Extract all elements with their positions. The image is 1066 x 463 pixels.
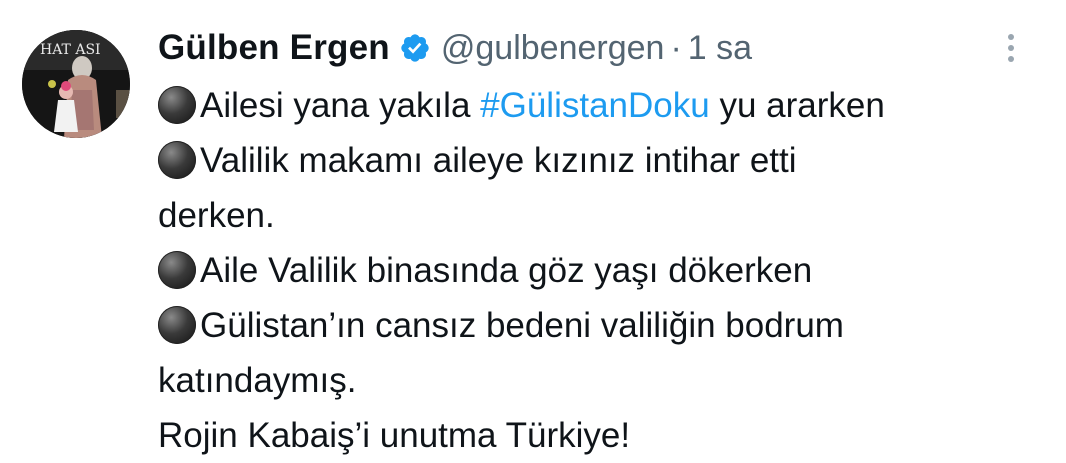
tweet-line-text: katındaymış. <box>158 361 357 400</box>
hashtag-link[interactable]: #GülistanDoku <box>480 86 710 125</box>
more-vertical-icon[interactable] <box>1000 34 1022 70</box>
tweet-line-text: yu ararken <box>709 86 885 125</box>
tweet-header: Gülben Ergen @gulbenergen · 1 sa <box>158 22 1038 74</box>
tweet-text: Ailesi yana yakıla #GülistanDoku yu arar… <box>158 78 1038 463</box>
tweet-line-text: Rojin Kabaiş’i unutma Türkiye! <box>158 416 631 455</box>
black-circle-emoji-icon <box>158 306 196 344</box>
avatar-banner-text: HAT ASI <box>40 42 101 58</box>
tweet-line-text: Ailesi yana yakıla <box>200 86 481 125</box>
tweet-line-text: Valilik makamı aileye kızınız intihar et… <box>200 141 797 180</box>
verified-badge-icon[interactable] <box>399 32 431 64</box>
tweet-timestamp[interactable]: 1 sa <box>688 29 752 68</box>
black-circle-emoji-icon <box>158 86 196 124</box>
avatar-image: HAT ASI <box>22 30 130 138</box>
tweet-line-text: Aile Valilik binasında göz yaşı dökerken <box>200 251 813 290</box>
tweet-card[interactable]: HAT ASI Gülben Ergen @gulbenergen · 1 sa… <box>0 0 1066 461</box>
tweet-line: Gülistan’ın cansız bedeni valiliğin bodr… <box>158 298 1038 353</box>
tweet-line: katındaymış. <box>158 353 1038 408</box>
tweet-content: Gülben Ergen @gulbenergen · 1 sa Ailesi … <box>158 22 1038 463</box>
tweet-line: Ailesi yana yakıla #GülistanDoku yu arar… <box>158 78 1038 133</box>
tweet-line: Valilik makamı aileye kızınız intihar et… <box>158 133 1038 188</box>
tweet-line: Rojin Kabaiş’i unutma Türkiye! <box>158 408 1038 463</box>
author-display-name[interactable]: Gülben Ergen <box>158 28 390 68</box>
tweet-line: derken. <box>158 188 1038 243</box>
tweet-line: Aile Valilik binasında göz yaşı dökerken <box>158 243 1038 298</box>
tweet-line-text: Gülistan’ın cansız bedeni valiliğin bodr… <box>200 306 844 345</box>
author-handle[interactable]: @gulbenergen <box>441 29 665 68</box>
tweet-line-text: derken. <box>158 196 275 235</box>
black-circle-emoji-icon <box>158 251 196 289</box>
black-circle-emoji-icon <box>158 141 196 179</box>
header-separator: · <box>670 28 682 67</box>
avatar[interactable]: HAT ASI <box>22 30 130 138</box>
